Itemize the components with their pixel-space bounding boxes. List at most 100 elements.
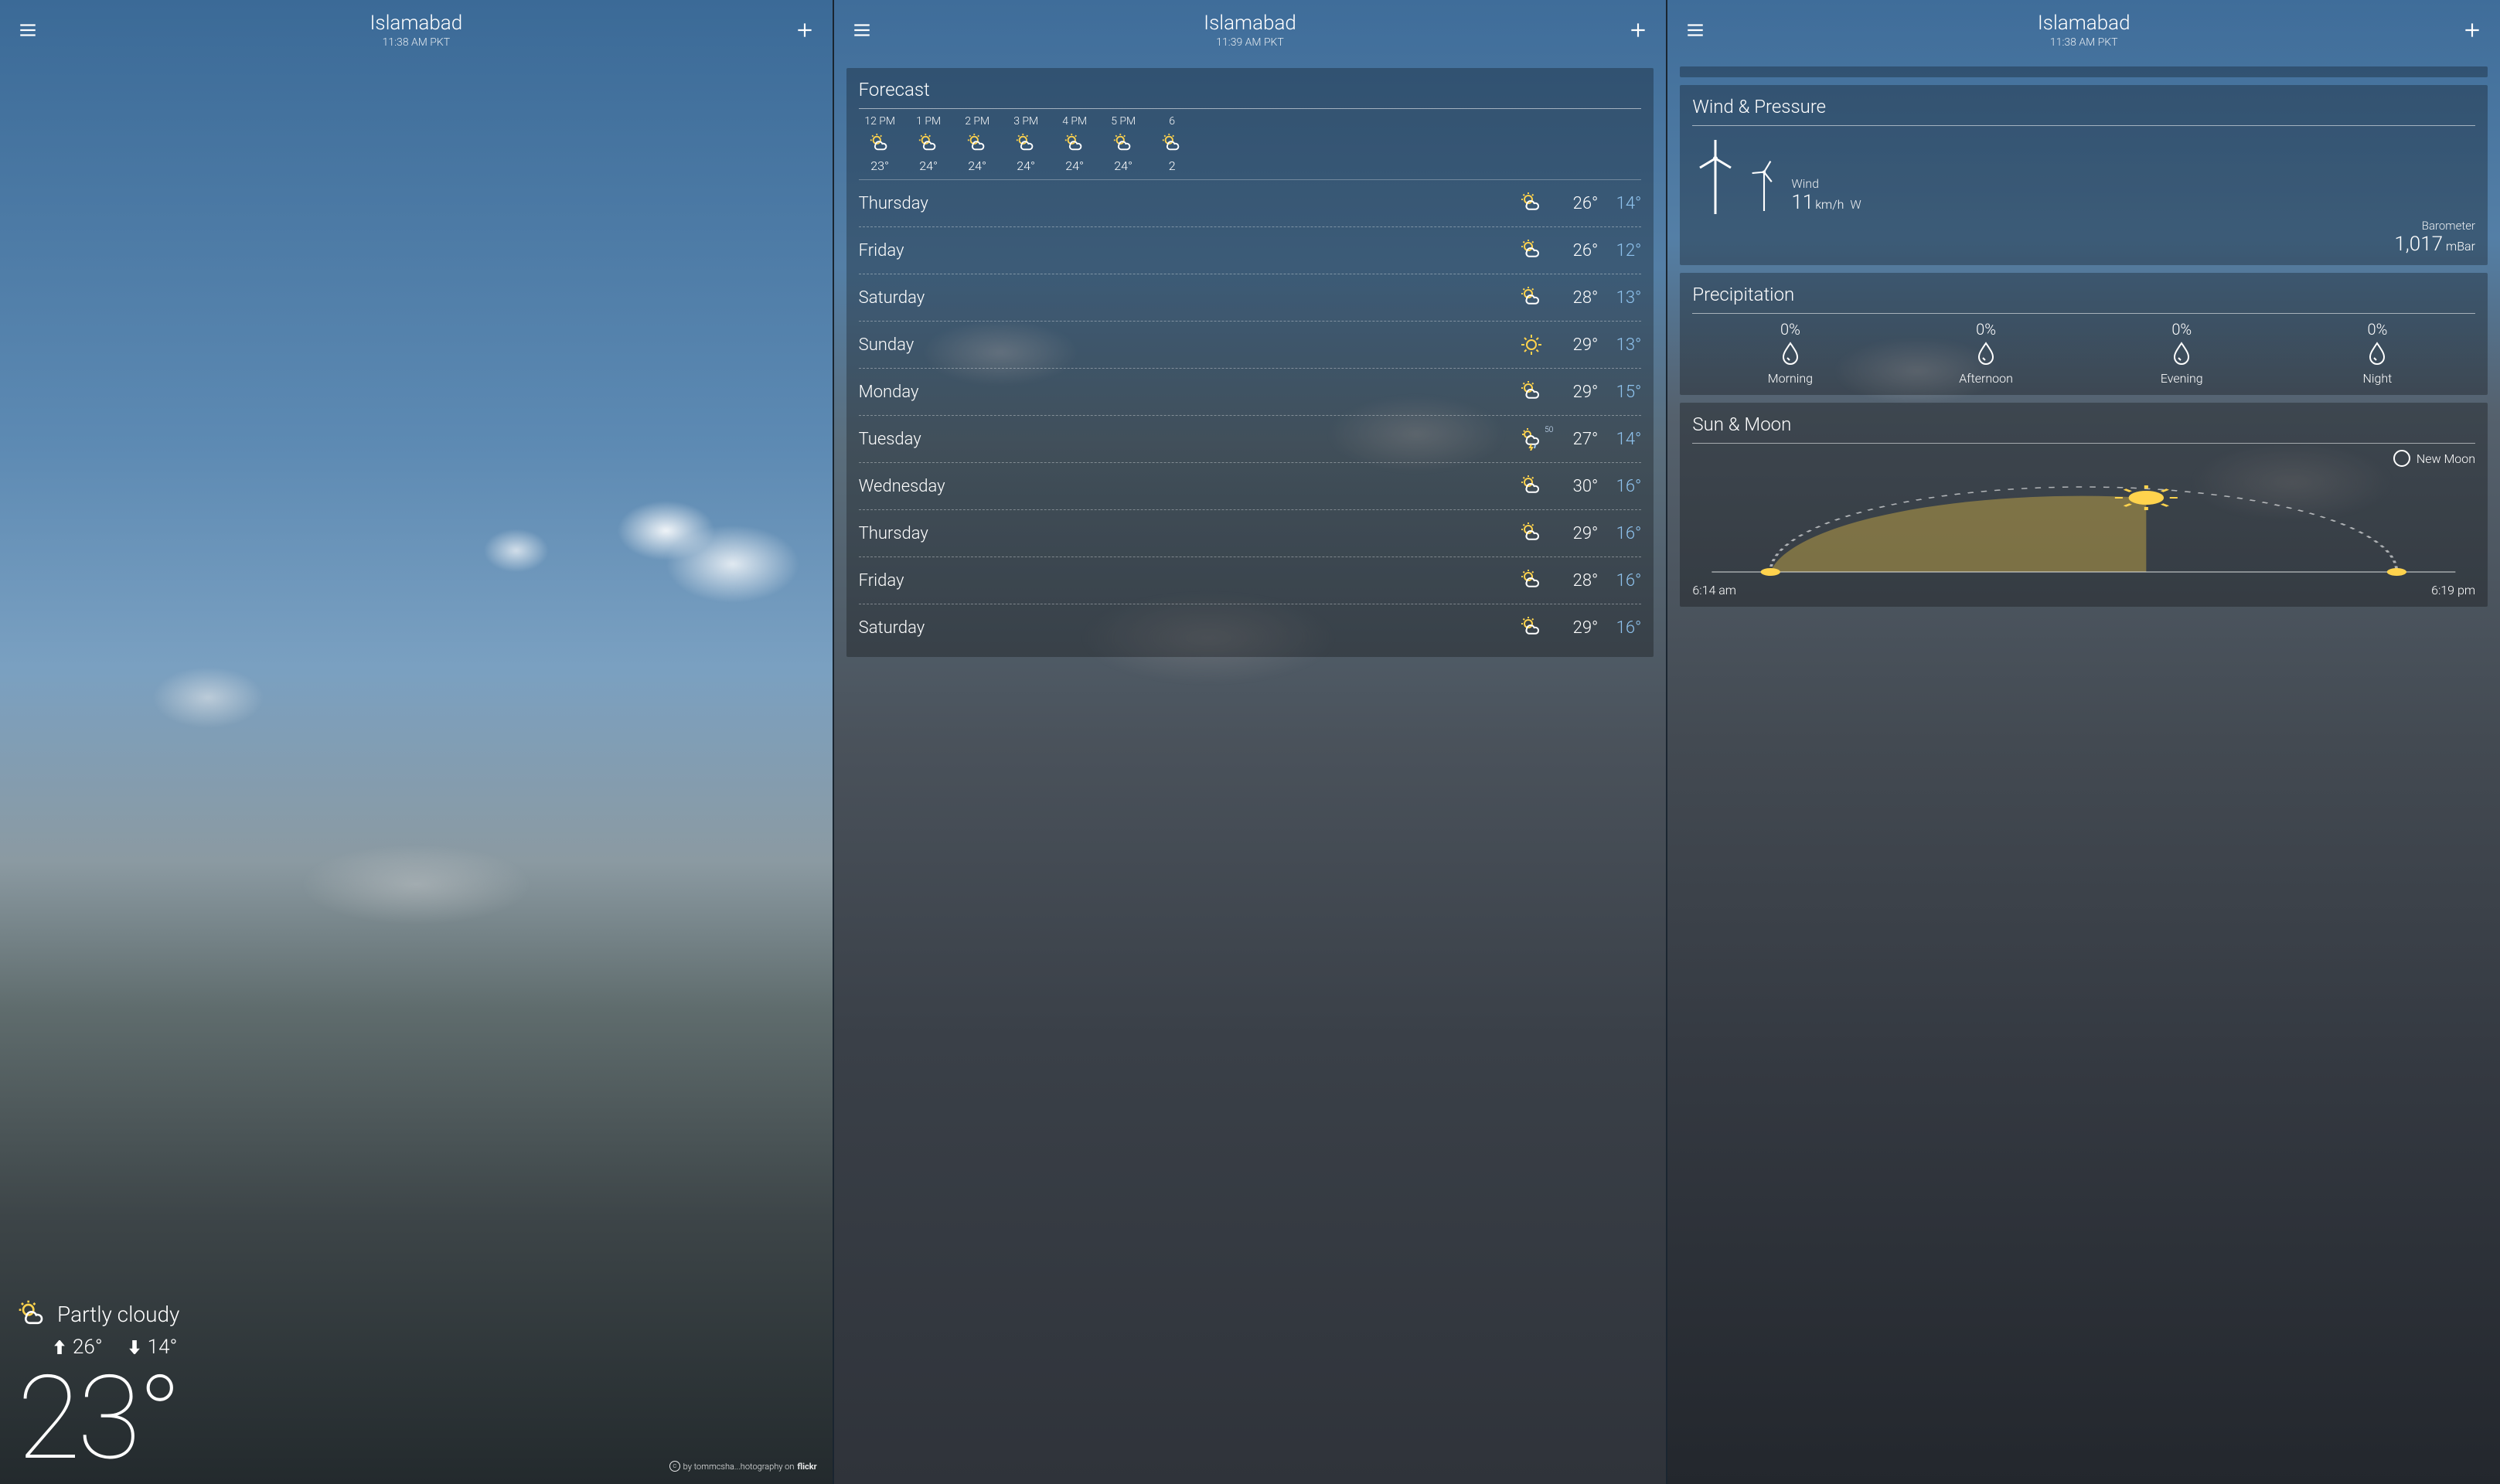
plus-icon — [2462, 20, 2482, 40]
hourly-item[interactable]: 1 PM 24° — [904, 115, 953, 173]
timestamp: 11:38 AM PKT — [45, 36, 788, 49]
day-name: Friday — [859, 241, 1509, 260]
pressure-value: 1,017 — [2394, 233, 2443, 256]
day-high: 30° — [1555, 477, 1598, 496]
precip-period: 0% Night — [2280, 320, 2475, 386]
sunrise-time: 6:14 am — [1692, 583, 1736, 597]
partly-cloudy-icon — [917, 133, 940, 155]
screen-home: Islamabad 11:38 AM PKT Partly cloudy 26°… — [0, 0, 833, 1484]
location-name: Islamabad — [45, 12, 788, 35]
day-name: Sunday — [859, 335, 1509, 355]
plus-icon — [1628, 20, 1648, 40]
day-low: 12° — [1598, 241, 1641, 260]
day-low: 15° — [1598, 383, 1641, 402]
partly-cloudy-icon — [1518, 475, 1545, 498]
photo-attribution[interactable]: c by tommcsha...hotography on flickr — [669, 1461, 817, 1472]
hour-temp: 24° — [1002, 158, 1051, 173]
precip-period-label: Morning — [1692, 371, 1888, 386]
drop-icon — [1780, 341, 1801, 367]
partly-cloudy-icon — [1160, 133, 1184, 155]
hourly-item[interactable]: 5 PM 24° — [1099, 115, 1148, 173]
daily-row[interactable]: Saturday 28° 13° — [859, 277, 1642, 318]
wind-turbine-icon — [1692, 137, 1739, 214]
hourly-item[interactable]: 3 PM 24° — [1002, 115, 1051, 173]
day-low: 14° — [1598, 430, 1641, 449]
partly-cloudy-icon — [966, 133, 989, 155]
drop-icon — [2171, 341, 2192, 367]
day-high: 29° — [1555, 383, 1598, 402]
day-high: 26° — [1555, 241, 1598, 260]
daily-row[interactable]: Wednesday 30° 16° — [859, 466, 1642, 506]
daily-forecast-list[interactable]: Thursday 26° 14° Friday 26° 12° Saturday 2… — [859, 183, 1642, 648]
flickr-label: flickr — [797, 1462, 816, 1472]
daily-row[interactable]: Tuesday 50 27° 14° — [859, 419, 1642, 459]
hour-label: 6 — [1148, 115, 1197, 128]
add-location-button[interactable] — [2455, 13, 2489, 47]
plus-icon — [795, 20, 815, 40]
day-name: Thursday — [859, 524, 1509, 543]
precip-period: 0% Afternoon — [1889, 320, 2084, 386]
hourly-item[interactable]: 6 2 — [1148, 115, 1197, 173]
day-name: Saturday — [859, 288, 1509, 308]
menu-button[interactable] — [11, 13, 45, 47]
precip-period-label: Evening — [2084, 371, 2280, 386]
timestamp: 11:38 AM PKT — [1712, 36, 2455, 49]
daily-row[interactable]: Sunday 29° 13° — [859, 325, 1642, 365]
new-moon-icon — [2393, 450, 2410, 467]
precipitation-panel: Precipitation 0% Morning0% Afternoon0% E… — [1680, 273, 2488, 395]
hourly-item[interactable]: 4 PM 24° — [1051, 115, 1099, 173]
storm-icon — [1518, 427, 1545, 451]
add-location-button[interactable] — [1621, 13, 1655, 47]
wind-speed: 11 — [1791, 191, 1814, 214]
hamburger-icon — [1685, 20, 1705, 40]
daily-row[interactable]: Friday 26° 12° — [859, 230, 1642, 271]
day-low: 14° — [1598, 194, 1641, 213]
hourly-forecast-strip[interactable]: 12 PM 23°1 PM 24°2 PM 24°3 PM 24°4 PM 24… — [856, 115, 1645, 173]
sunny-icon — [1518, 333, 1545, 356]
daily-row[interactable]: Saturday 29° 16° — [859, 608, 1642, 648]
precip-value: 0% — [2084, 320, 2280, 339]
current-temp: 23° — [17, 1360, 823, 1476]
day-low: 16° — [1598, 618, 1641, 638]
daily-row[interactable]: Monday 29° 15° — [859, 372, 1642, 412]
screen-forecast: Islamabad 11:39 AM PKT Forecast 12 PM 23… — [834, 0, 1667, 1484]
add-location-button[interactable] — [788, 13, 822, 47]
day-high: 28° — [1555, 571, 1598, 591]
menu-button[interactable] — [1678, 13, 1712, 47]
sunset-time: 6:19 pm — [2431, 583, 2475, 597]
daily-row[interactable]: Thursday 29° 16° — [859, 513, 1642, 553]
partly-cloudy-icon — [1518, 380, 1545, 403]
precip-value: 0% — [2280, 320, 2475, 339]
prev-panel-sliver — [1680, 66, 2488, 77]
current-conditions: Partly cloudy 26° 14° 23° c by tommcsha.… — [17, 1298, 823, 1476]
hour-temp: 24° — [1099, 158, 1148, 173]
partly-cloudy-icon — [1518, 522, 1545, 545]
menu-button[interactable] — [845, 13, 879, 47]
precip-value: 0% — [1889, 320, 2084, 339]
wind-direction: W — [1850, 197, 1861, 212]
daily-row[interactable]: Thursday 26° 14° — [859, 183, 1642, 223]
wind-label: Wind — [1791, 176, 1861, 191]
location-name: Islamabad — [1712, 12, 2455, 35]
sun-moon-panel: Sun & Moon New Moon — [1680, 403, 2488, 607]
day-name: Monday — [859, 383, 1509, 402]
hour-label: 4 PM — [1051, 115, 1099, 128]
timestamp: 11:39 AM PKT — [879, 36, 1622, 49]
day-name: Wednesday — [859, 477, 1509, 496]
sunmoon-title: Sun & Moon — [1692, 414, 2475, 435]
hourly-item[interactable]: 12 PM 23° — [856, 115, 904, 173]
day-high: 28° — [1555, 288, 1598, 308]
partly-cloudy-icon — [1518, 616, 1545, 639]
day-low: 16° — [1598, 477, 1641, 496]
day-high: 26° — [1555, 194, 1598, 213]
hamburger-icon — [18, 20, 38, 40]
hour-temp: 2 — [1148, 158, 1197, 173]
hourly-item[interactable]: 2 PM 24° — [953, 115, 1002, 173]
hour-label: 1 PM — [904, 115, 953, 128]
daily-row[interactable]: Friday 28° 16° — [859, 560, 1642, 601]
day-name: Saturday — [859, 618, 1509, 638]
precip-period-label: Night — [2280, 371, 2475, 386]
app-header: Islamabad 11:38 AM PKT — [0, 0, 833, 60]
day-high: 29° — [1555, 524, 1598, 543]
precip-periods: 0% Morning0% Afternoon0% Evening0% Night — [1692, 320, 2475, 386]
